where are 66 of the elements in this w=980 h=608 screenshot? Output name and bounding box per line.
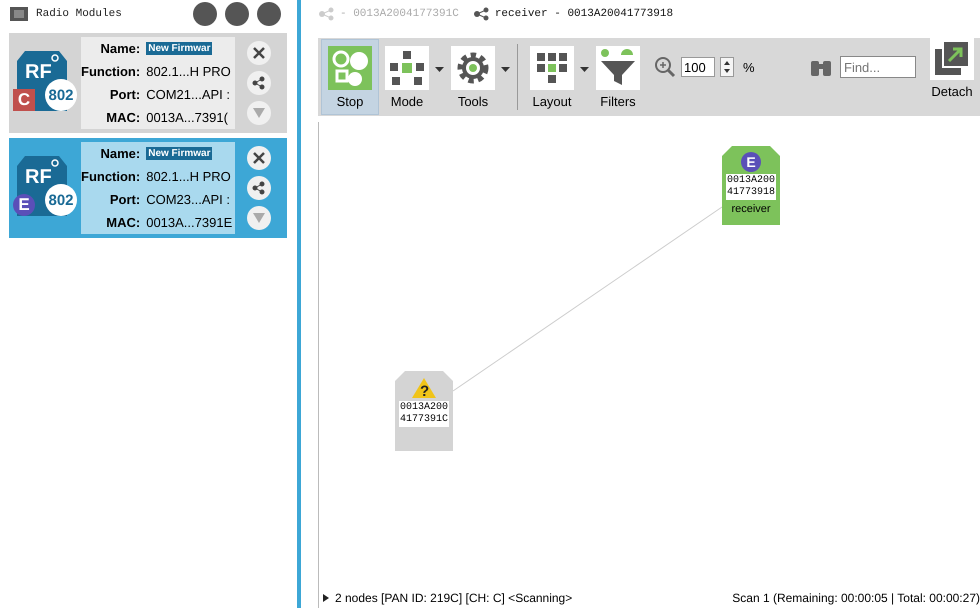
module-card[interactable]: RF C 802 Name: New Firmwar Function: 802.1...H PRO Port: COM21...API : MAC: 0013A...7391( <box>9 33 287 133</box>
radio-chip-icon: RF <box>17 156 67 184</box>
zoom-unit: % <box>743 60 755 74</box>
dropdown-arrow-icon[interactable] <box>580 67 590 73</box>
field-label: Name: <box>99 146 140 161</box>
module-add-button[interactable] <box>193 2 217 26</box>
stop-button[interactable]: Stop <box>321 39 379 115</box>
close-button[interactable] <box>257 2 281 26</box>
module-badge: E <box>13 194 35 216</box>
field-value: COM23...API : <box>146 192 232 207</box>
find-field[interactable]: Find... <box>840 56 916 78</box>
share-icon <box>252 181 266 195</box>
zoom-icon <box>654 56 676 78</box>
film-icon <box>10 7 28 21</box>
triangle-down-icon <box>253 213 265 223</box>
network-node[interactable]: E 0013A200 41773918 receiver <box>722 146 780 225</box>
field-label: MAC: <box>105 215 140 230</box>
protocol-badge: 802 <box>45 79 77 111</box>
status-text: 2 nodes [PAN ID: 219C] [CH: C] <Scanning> <box>335 591 572 605</box>
field-value: 802.1...H PRO <box>146 64 232 79</box>
dropdown-arrow-icon[interactable] <box>501 67 511 73</box>
network-button[interactable] <box>247 71 271 95</box>
module-badge: C <box>13 89 35 111</box>
field-value: 0013A...7391E <box>146 215 234 230</box>
dropdown-arrow-icon[interactable] <box>435 67 445 73</box>
field-label: Function: <box>81 64 140 79</box>
zoom-spinner[interactable] <box>720 57 734 77</box>
network-node[interactable]: ? 0013A200 4177391C <box>395 371 453 451</box>
field-value: COM21...API : <box>146 87 232 102</box>
detach-button[interactable]: Detach <box>924 29 980 105</box>
node-name: receiver <box>731 203 771 215</box>
layout-button[interactable]: Layout <box>524 39 580 115</box>
field-label: Function: <box>81 169 140 184</box>
network-tab[interactable]: receiver - 0013A20041773918 <box>472 7 674 21</box>
node-address: 0013A200 4177391C <box>398 401 449 427</box>
field-label: Port: <box>108 87 140 102</box>
share-icon <box>472 7 489 21</box>
device-badge: E <box>741 152 761 172</box>
field-label: MAC: <box>105 110 140 125</box>
zoom-field[interactable]: 100 <box>681 57 715 77</box>
remove-button[interactable] <box>247 146 271 170</box>
warning-icon: ? <box>411 377 437 399</box>
module-name: New Firmwar <box>146 42 212 55</box>
share-icon <box>252 76 266 90</box>
filters-button[interactable]: Filters <box>590 39 646 115</box>
module-card[interactable]: RF E 802 Name: New Firmwar Function: 802.1...H PRO Port: COM23...API : MAC: 0013A...7391E <box>9 138 287 238</box>
protocol-badge: 802 <box>45 184 77 216</box>
radio-chip-icon: RF <box>17 51 67 79</box>
remove-button[interactable] <box>247 41 271 65</box>
network-button[interactable] <box>247 176 271 200</box>
close-icon <box>253 47 265 59</box>
mode-button[interactable]: Mode <box>379 39 435 115</box>
close-icon <box>253 152 265 164</box>
expand-icon[interactable] <box>323 594 329 602</box>
module-name: New Firmwar <box>146 147 212 160</box>
tools-button[interactable]: Tools <box>445 39 501 115</box>
field-value: 0013A...7391( <box>146 110 229 125</box>
share-icon <box>318 7 334 21</box>
sort-button[interactable] <box>225 2 249 26</box>
scan-status: Scan 1 (Remaining: 00:00:05 | Total: 00:00:27) <box>732 591 980 605</box>
triangle-down-icon <box>253 108 265 118</box>
panel-title: Radio Modules <box>36 8 122 20</box>
field-label: Port: <box>108 192 140 207</box>
node-address: 0013A200 41773918 <box>726 174 776 200</box>
field-value: 802.1...H PRO <box>146 169 232 184</box>
field-label: Name: <box>99 41 140 56</box>
